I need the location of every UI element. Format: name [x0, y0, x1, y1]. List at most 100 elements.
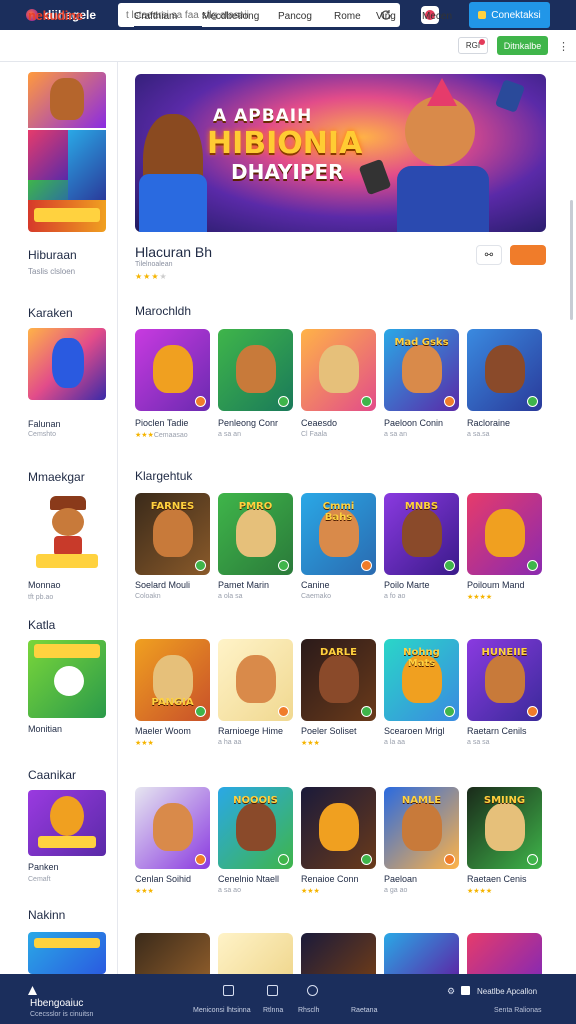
nav-link-3[interactable]: Pancog [278, 0, 334, 32]
tile-meta-text: a sa.sa [467, 431, 490, 438]
tile-name[interactable]: Pamet Marin [218, 580, 269, 590]
game-tile[interactable] [301, 933, 376, 974]
sidebar-thumb[interactable] [28, 328, 106, 400]
game-tile[interactable]: MNBS [384, 493, 459, 575]
tile-rating-stars: ★★★ [301, 888, 320, 895]
more-menu-icon[interactable]: ⋮ [558, 40, 569, 53]
tile-character [153, 509, 193, 557]
game-tile[interactable] [135, 787, 210, 869]
main-nav [0, 30, 576, 62]
tile-name[interactable]: Soelard Mouli [135, 580, 190, 590]
nav-link-2[interactable]: Mecdbetiong [202, 0, 278, 32]
play-badge-icon [361, 560, 372, 571]
nav-link-6[interactable]: Mecen [422, 0, 458, 32]
game-tile[interactable] [301, 787, 376, 869]
sidebar-feature-image[interactable] [28, 72, 106, 232]
tile-art-label: FARNES [150, 501, 195, 512]
tile-name[interactable]: Scearoen Mrigl [384, 726, 445, 736]
game-tile[interactable]: NOOOIS [218, 787, 293, 869]
tile-name[interactable]: Cenelnio Ntaell [218, 874, 279, 884]
footer-home-icon[interactable] [223, 985, 234, 996]
sidebar-thumb[interactable] [28, 640, 106, 718]
play-badge-icon [278, 854, 289, 865]
game-tile[interactable] [135, 933, 210, 974]
play-badge-icon [278, 706, 289, 717]
game-tile[interactable]: HUNEIIE [467, 639, 542, 721]
tile-name[interactable]: Poeler Soliset [301, 726, 357, 736]
game-tile[interactable]: PANGIA [135, 639, 210, 721]
game-tile[interactable]: Cmmi Bahs [301, 493, 376, 575]
game-tile[interactable]: Mad Gsks [384, 329, 459, 411]
play-badge-icon [361, 854, 372, 865]
footer-link[interactable]: Raetana [351, 1007, 377, 1014]
tile-name[interactable]: Maeler Woom [135, 726, 191, 736]
game-tile[interactable] [384, 933, 459, 974]
sidebar-thumb[interactable] [28, 932, 106, 974]
game-tile[interactable] [467, 493, 542, 575]
tile-name[interactable]: Raetarn Cenils [467, 726, 527, 736]
tile-meta: Coloakn [135, 593, 161, 600]
tile-name[interactable]: Canine [301, 580, 330, 590]
game-tile[interactable] [218, 639, 293, 721]
footer-link[interactable]: Rhsclh [298, 1007, 319, 1014]
footer-search-icon[interactable] [307, 985, 318, 996]
sidebar-thumb[interactable] [28, 790, 106, 856]
game-tile[interactable] [218, 329, 293, 411]
sidebar-item-name[interactable]: Monnao [28, 580, 61, 590]
nav-link-home[interactable]: Crafthiam [134, 0, 202, 32]
tile-name[interactable]: Paeloon Conin [384, 418, 443, 428]
sidebar-item-name[interactable]: Falunan [28, 419, 61, 429]
tile-art-label: DARLE [320, 647, 357, 658]
hero-banner[interactable]: A APBAIH HIBIONIA DHAYIPER [135, 74, 546, 232]
game-tile[interactable]: DARLE [301, 639, 376, 721]
nav-link-4[interactable]: Rome [334, 0, 376, 32]
tile-art-label: Nohng Mats [403, 647, 440, 669]
tile-meta-text: a ha aa [218, 739, 242, 746]
tile-name[interactable]: Cenlan Soihid [135, 874, 191, 884]
footer-link[interactable]: Rtlnna [263, 1007, 283, 1014]
site-logo[interactable]: nekudine [28, 8, 83, 23]
nav-link-5[interactable]: Ving [376, 0, 422, 32]
footer-app-link[interactable]: Neatlbe Apcallon [477, 987, 537, 996]
language-icon[interactable] [461, 986, 470, 995]
game-tile[interactable] [135, 329, 210, 411]
game-tile[interactable] [301, 329, 376, 411]
tile-name[interactable]: Ceaesdo [301, 418, 337, 428]
footer-link[interactable]: Meniconsi lhtsinna [193, 1007, 251, 1014]
notification-pill[interactable]: RGI [458, 37, 488, 54]
game-tile[interactable] [218, 933, 293, 974]
game-tile[interactable]: NAMLE [384, 787, 459, 869]
tile-name[interactable]: Poiloum Mand [467, 580, 525, 590]
footer-brand[interactable]: Hbengoaiuc [30, 998, 83, 1009]
game-tile[interactable]: SMIING [467, 787, 542, 869]
game-subtitle: Tilelnoalean [135, 261, 173, 268]
tile-name[interactable]: Renaioe Conn [301, 874, 359, 884]
footer-info-icon[interactable] [267, 985, 278, 996]
tile-meta: ★★★★ [467, 887, 492, 895]
sidebar-item-name[interactable]: Panken [28, 862, 59, 872]
nav-cta-button[interactable]: Ditnkalbe [497, 36, 548, 55]
tile-name[interactable]: Penleong Conr [218, 418, 278, 428]
gear-icon[interactable]: ⚙ [447, 986, 455, 997]
tile-meta-text: a ga ao [384, 887, 408, 894]
sidebar-thumb[interactable] [28, 492, 106, 576]
tile-name[interactable]: Pioclen Tadie [135, 418, 188, 428]
tile-character [319, 803, 359, 851]
tile-name[interactable]: Raetaen Cenis [467, 874, 527, 884]
game-tile[interactable] [467, 329, 542, 411]
share-button[interactable]: ⚯ [476, 245, 502, 265]
game-tile[interactable] [467, 933, 542, 974]
tile-name[interactable]: Rarnioege Hime [218, 726, 283, 736]
connect-button[interactable]: Conektaksi [469, 2, 550, 28]
game-tile[interactable]: FARNES [135, 493, 210, 575]
play-button[interactable] [510, 245, 546, 265]
tile-name[interactable]: Paeloan [384, 874, 417, 884]
game-rating: ★★★★ [135, 272, 168, 281]
tile-meta: ★★★ [135, 887, 154, 895]
game-tile[interactable]: Nohng Mats [384, 639, 459, 721]
sidebar-item-name[interactable]: Monitian [28, 724, 62, 734]
game-tile[interactable]: PMRO [218, 493, 293, 575]
tile-name[interactable]: Racloraine [467, 418, 510, 428]
tile-name[interactable]: Poilo Marte [384, 580, 430, 590]
page-scrollbar[interactable] [570, 200, 573, 320]
